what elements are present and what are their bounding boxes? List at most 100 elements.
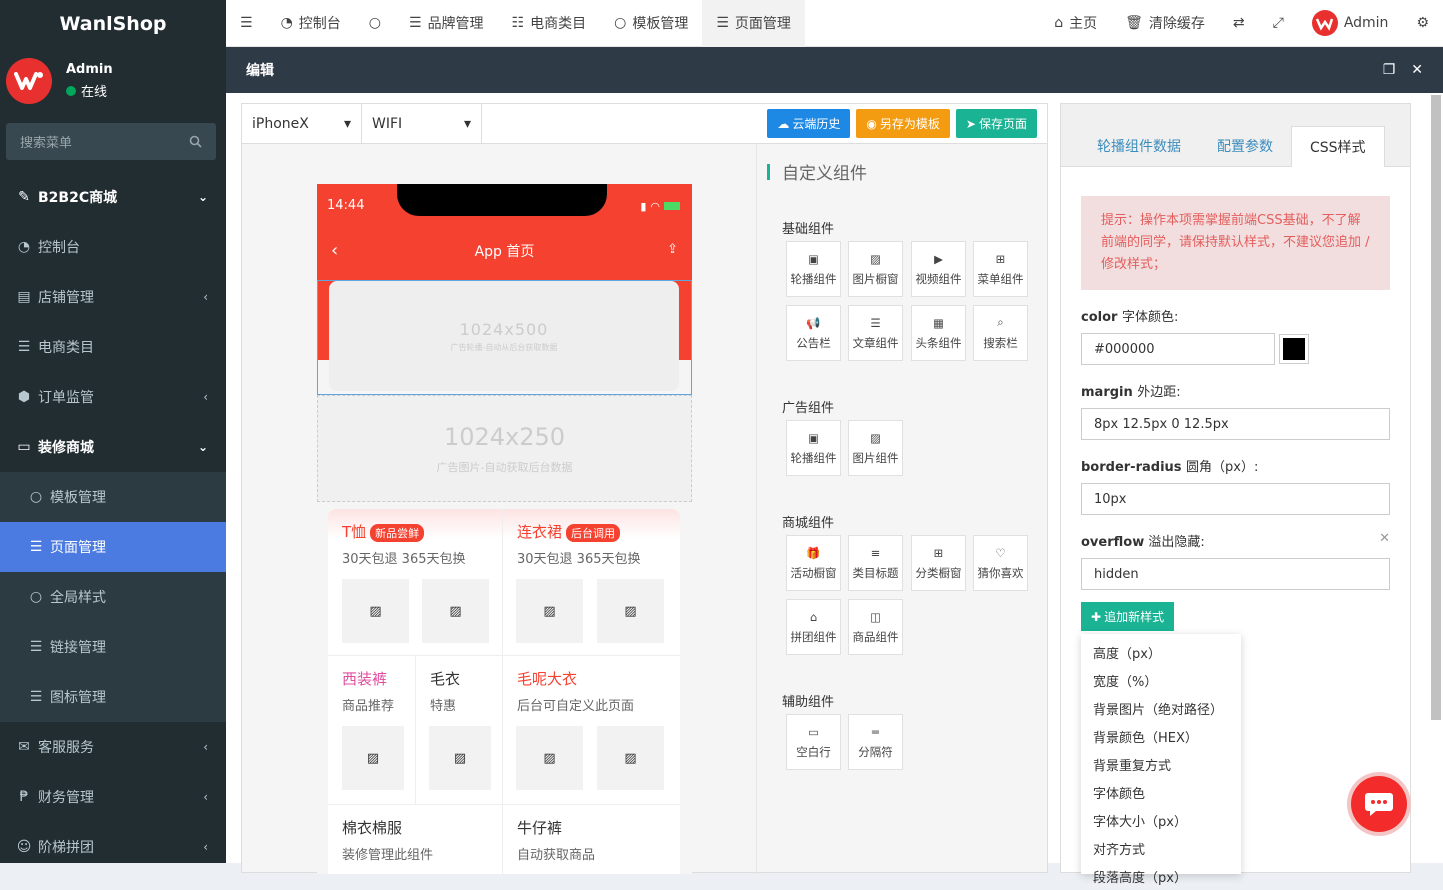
bag-icon: ⌂ — [810, 610, 817, 624]
remove-field-icon[interactable]: ✕ — [1379, 531, 1390, 550]
list-item[interactable]: 牛仔裤 自动获取商品 — [503, 805, 680, 874]
sidebar-item-groupbuy[interactable]: ☺阶梯拼团‹ — [0, 822, 226, 863]
dropdown-option[interactable]: 高度（px） — [1081, 638, 1241, 666]
sidebar-item-global-style[interactable]: ○全局样式 — [0, 572, 226, 622]
dropdown-option[interactable]: 背景颜色（HEX） — [1081, 722, 1241, 750]
sidebar-item-decorate[interactable]: ▭装修商城⌄ — [0, 422, 226, 472]
tab-brand[interactable]: ☰品牌管理 — [395, 0, 498, 47]
sidebar-item-shop[interactable]: ▤店铺管理‹ — [0, 272, 226, 322]
list-item[interactable]: 毛呢大衣 后台可自定义此页面 ▨ ▨ — [503, 656, 680, 805]
sidebar-item-pages[interactable]: ☰页面管理 — [0, 522, 226, 572]
status-time: 14:44 — [327, 198, 364, 213]
ad-image-component[interactable]: 1024x250 广告图片-自动获取后台数据 — [317, 395, 692, 502]
list-item[interactable]: 毛衣 特惠 ▨ — [416, 656, 503, 805]
comp-blank-row[interactable]: ▭空白行 — [786, 714, 841, 770]
user-menu[interactable]: Admin — [1298, 0, 1403, 47]
tab-carousel-data[interactable]: 轮播组件数据 — [1079, 126, 1199, 166]
dropdown-option[interactable]: 段落高度（px） — [1081, 862, 1241, 890]
sidebar-item-orders[interactable]: ⬢订单监管‹ — [0, 372, 226, 422]
tab-config[interactable]: 配置参数 — [1199, 126, 1291, 166]
list-item[interactable]: 西装裤 商品推荐 ▨ — [328, 656, 416, 805]
category-window-component[interactable]: T恤新品尝鲜 30天包退 365天包换 ▨ ▨ 连衣裙后台调用 30天包退 36… — [328, 509, 680, 874]
border-radius-input[interactable]: 10px — [1081, 483, 1390, 515]
dialog-title: 编辑 — [246, 60, 274, 80]
comp-video[interactable]: ▶视频组件 — [911, 241, 966, 297]
comp-article[interactable]: ☰文章组件 — [848, 305, 903, 361]
comp-carousel[interactable]: ▣轮播组件 — [786, 241, 841, 297]
comp-activity[interactable]: 🎁活动橱窗 — [786, 535, 841, 591]
banner-component[interactable]: 1024x500 广告轮播-自动从后台获取数据 — [317, 280, 692, 395]
share-icon[interactable]: ⇪ — [667, 242, 678, 257]
comp-goods[interactable]: ◫商品组件 — [848, 599, 903, 655]
comp-category-window[interactable]: ⊞分类橱窗 — [911, 535, 966, 591]
scrollbar[interactable] — [1431, 95, 1441, 720]
fullscreen-button[interactable]: ⤢ — [1259, 0, 1298, 47]
settings-button[interactable]: ⚙ — [1402, 0, 1443, 47]
sidebar: WanlShop Admin 在线 搜索菜单 ✎B2B2C商城⌄ ◔控制台 ▤店… — [0, 0, 226, 863]
sidebar-item-category[interactable]: ☰电商类目 — [0, 322, 226, 372]
color-input[interactable]: #000000 — [1081, 333, 1275, 365]
comp-headline[interactable]: ▦头条组件 — [911, 305, 966, 361]
comp-menu[interactable]: ⊞菜单组件 — [973, 241, 1028, 297]
sidebar-item-b2b2c[interactable]: ✎B2B2C商城⌄ — [0, 172, 226, 222]
cloud-history-button[interactable]: ☁云端历史 — [767, 109, 850, 138]
network-select[interactable]: WIFI▾ — [362, 104, 482, 144]
dropdown-option[interactable]: 背景重复方式 — [1081, 750, 1241, 778]
send-icon: ➤ — [966, 117, 976, 131]
home-link[interactable]: ⌂主页 — [1040, 0, 1111, 47]
tab-dashboard[interactable]: ◔控制台 — [267, 0, 355, 47]
dropdown-option[interactable]: 宽度（%） — [1081, 666, 1241, 694]
close-icon[interactable]: ✕ — [1411, 62, 1423, 78]
comp-divider[interactable]: ═分隔符 — [848, 714, 903, 770]
comp-groupbuy[interactable]: ⌂拼团组件 — [786, 599, 841, 655]
tab-blank[interactable]: ○ — [355, 0, 395, 47]
app-logo[interactable]: WanlShop — [0, 0, 226, 47]
maximize-icon[interactable]: ❐ — [1383, 62, 1396, 78]
save-as-template-button[interactable]: ◉另存为模板 — [856, 109, 950, 138]
comp-recommend[interactable]: ♡猜你喜欢 — [973, 535, 1028, 591]
comp-image-window[interactable]: ▨图片橱窗 — [848, 241, 903, 297]
tab-templates[interactable]: ○模板管理 — [600, 0, 702, 47]
sidebar-item-templates[interactable]: ○模板管理 — [0, 472, 226, 522]
wifi-icon: ◠ — [650, 200, 660, 213]
margin-input[interactable]: 8px 12.5px 0 12.5px — [1081, 408, 1390, 440]
archive-icon: ▤ — [16, 289, 32, 305]
tab-category[interactable]: ☷电商类目 — [498, 0, 601, 47]
dropdown-option[interactable]: 字体大小（px） — [1081, 806, 1241, 834]
tab-css[interactable]: CSS样式 — [1291, 126, 1385, 167]
sidebar-item-service[interactable]: ✉客服服务‹ — [0, 722, 226, 772]
overflow-input[interactable]: hidden — [1081, 558, 1390, 590]
translate-button[interactable]: ⇄ — [1219, 0, 1259, 47]
dropdown-option[interactable]: 对齐方式 — [1081, 834, 1241, 862]
signal-icon: ▮ — [640, 200, 646, 213]
save-page-button[interactable]: ➤保存页面 — [956, 109, 1037, 138]
sidebar-toggle[interactable]: ☰ — [226, 0, 267, 47]
list-item[interactable]: T恤新品尝鲜 30天包退 365天包换 ▨ ▨ — [328, 509, 503, 656]
color-swatch[interactable] — [1279, 334, 1309, 364]
sidebar-search-input[interactable]: 搜索菜单 — [6, 123, 216, 160]
sidebar-item-links[interactable]: ☰链接管理 — [0, 622, 226, 672]
sidebar-item-dashboard[interactable]: ◔控制台 — [0, 222, 226, 272]
list-item[interactable]: 棉衣棉服 装修管理此组件 — [328, 805, 503, 874]
list-item[interactable]: 连衣裙后台调用 30天包退 365天包换 ▨ ▨ — [503, 509, 680, 656]
sidebar-menu: ✎B2B2C商城⌄ ◔控制台 ▤店铺管理‹ ☰电商类目 ⬢订单监管‹ ▭装修商城… — [0, 172, 226, 863]
image-placeholder-icon: ▨ — [342, 579, 409, 643]
sidebar-item-icons[interactable]: ☰图标管理 — [0, 672, 226, 722]
comp-ad-image[interactable]: ▨图片组件 — [848, 420, 903, 476]
comp-ad-carousel[interactable]: ▣轮播组件 — [786, 420, 841, 476]
tab-pages[interactable]: ☰页面管理 — [702, 0, 805, 47]
add-style-button[interactable]: ✚追加新样式 — [1081, 602, 1174, 631]
comp-notice[interactable]: 📢公告栏 — [786, 305, 841, 361]
megaphone-icon: 📢 — [806, 316, 820, 330]
sidebar-item-finance[interactable]: ₱财务管理‹ — [0, 772, 226, 822]
caret-down-icon: ▾ — [464, 116, 471, 132]
comp-category-title[interactable]: ≡类目标题 — [848, 535, 903, 591]
clear-cache-button[interactable]: 🗑清除缓存 — [1111, 0, 1219, 47]
device-select[interactable]: iPhoneX▾ — [242, 104, 362, 144]
chat-button[interactable] — [1347, 772, 1411, 836]
user-name: Admin — [66, 62, 113, 77]
comp-search[interactable]: ⌕搜索栏 — [973, 305, 1028, 361]
dropdown-option[interactable]: 背景图片（绝对路径） — [1081, 694, 1241, 722]
circle-icon: ○ — [614, 15, 626, 31]
dropdown-option[interactable]: 字体颜色 — [1081, 778, 1241, 806]
